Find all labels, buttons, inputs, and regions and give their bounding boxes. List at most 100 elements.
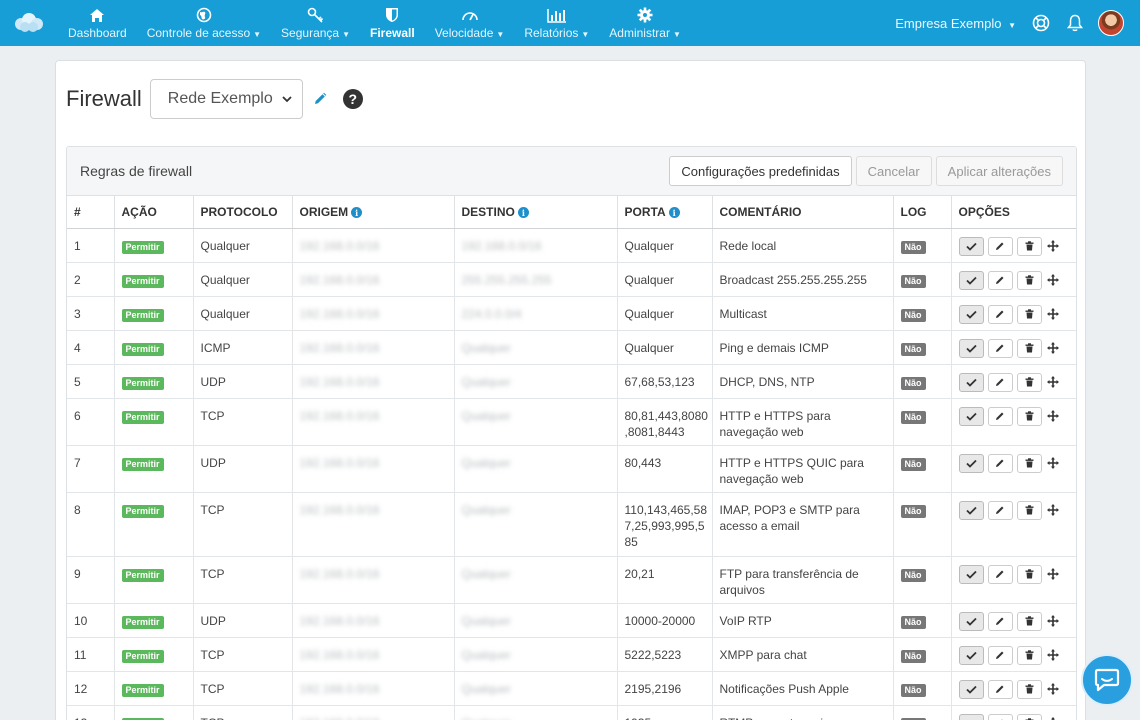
drag-move-icon[interactable] [1046, 567, 1060, 581]
rule-origin-value: 192.168.0.0/16 [299, 455, 380, 470]
table-row: 1 Permitir Qualquer 192.168.0.0/16 192.168.0… [67, 228, 1076, 263]
pencil-icon [996, 459, 1004, 467]
support-lifebuoy-icon[interactable] [1030, 12, 1052, 34]
nav-velocidade-label: Velocidade [434, 26, 494, 40]
delete-rule-button[interactable] [1016, 713, 1042, 720]
edit-rule-button[interactable] [987, 236, 1013, 256]
edit-rule-button[interactable] [987, 564, 1013, 584]
enable-check-button[interactable] [958, 645, 984, 665]
enable-check-button[interactable] [958, 372, 984, 392]
drag-move-icon[interactable] [1046, 375, 1060, 389]
edit-rule-button[interactable] [987, 338, 1013, 358]
rule-action: Permitir [114, 398, 194, 446]
nav-controle-acesso[interactable]: Controle de acesso ▼ [137, 0, 271, 46]
nav-velocidade[interactable]: Velocidade ▼ [425, 0, 515, 46]
drag-move-icon[interactable] [1046, 503, 1060, 517]
rule-origin: 192.168.0.0/16 [292, 671, 455, 706]
delete-rule-button[interactable] [1016, 611, 1042, 631]
enable-check-button[interactable] [958, 236, 984, 256]
company-selector[interactable]: Empresa Exemplo ▼ [895, 16, 1016, 31]
table-row: 6 Permitir TCP 192.168.0.0/16 Qualquer 80,81,… [67, 398, 1076, 446]
rule-options-group [958, 406, 1072, 426]
nav-dashboard[interactable]: Dashboard [58, 0, 137, 46]
cancel-button[interactable]: Cancelar [855, 156, 932, 186]
info-icon[interactable]: i [351, 207, 363, 219]
network-select[interactable]: Rede Exemplo [149, 79, 303, 119]
check-icon [965, 651, 977, 660]
edit-rule-button[interactable] [987, 406, 1013, 426]
nav-relatorios[interactable]: Relatórios ▼ [514, 0, 599, 46]
drag-move-icon[interactable] [1046, 273, 1060, 287]
enable-check-button[interactable] [958, 338, 984, 358]
rule-protocol: UDP [193, 364, 293, 399]
info-icon[interactable]: i [668, 207, 680, 219]
delete-rule-button[interactable] [1016, 564, 1042, 584]
delete-rule-button[interactable] [1016, 304, 1042, 324]
enable-check-button[interactable] [958, 564, 984, 584]
rule-log: Não [893, 398, 952, 446]
cloud-logo-icon[interactable] [0, 0, 58, 46]
delete-rule-button[interactable] [1016, 453, 1042, 473]
bell-icon[interactable] [1064, 12, 1086, 34]
delete-rule-button[interactable] [1016, 679, 1042, 699]
drag-move-icon[interactable] [1046, 239, 1060, 253]
drag-move-icon[interactable] [1046, 716, 1060, 720]
rule-options-group [958, 679, 1072, 699]
drag-move-icon[interactable] [1046, 341, 1060, 355]
chat-support-button[interactable] [1081, 654, 1133, 706]
trash-icon [1025, 505, 1033, 515]
delete-rule-button[interactable] [1016, 645, 1042, 665]
rule-dest-value: Qualquer [461, 408, 511, 423]
delete-rule-button[interactable] [1016, 236, 1042, 256]
enable-check-button[interactable] [958, 713, 984, 720]
edit-rule-button[interactable] [987, 500, 1013, 520]
edit-rule-button[interactable] [987, 645, 1013, 665]
drag-move-icon[interactable] [1046, 456, 1060, 470]
drag-move-icon[interactable] [1046, 409, 1060, 423]
enable-check-button[interactable] [958, 270, 984, 290]
rule-origin: 192.168.0.0/16 [292, 492, 455, 557]
edit-rule-button[interactable] [987, 611, 1013, 631]
rule-log: Não [893, 228, 952, 263]
apply-changes-button[interactable]: Aplicar alterações [935, 156, 1063, 186]
presets-button[interactable]: Configurações predefinidas [669, 156, 852, 186]
edit-rule-button[interactable] [987, 304, 1013, 324]
rule-protocol: Qualquer [193, 262, 293, 297]
delete-rule-button[interactable] [1016, 372, 1042, 392]
info-icon[interactable]: i [517, 207, 529, 219]
drag-move-icon[interactable] [1046, 682, 1060, 696]
trash-icon [1025, 241, 1033, 251]
edit-network-pencil-icon[interactable] [313, 91, 329, 107]
nav-administrar[interactable]: Administrar ▼ [599, 0, 691, 46]
rule-protocol: Qualquer [193, 228, 293, 263]
help-question-icon[interactable]: ? [342, 89, 363, 109]
edit-rule-button[interactable] [987, 713, 1013, 720]
nav-seguranca[interactable]: Segurança ▼ [271, 0, 360, 46]
log-badge: Não [900, 457, 926, 471]
enable-check-button[interactable] [958, 406, 984, 426]
user-avatar[interactable] [1098, 10, 1124, 36]
edit-rule-button[interactable] [987, 270, 1013, 290]
delete-rule-button[interactable] [1016, 500, 1042, 520]
drag-move-icon[interactable] [1046, 648, 1060, 662]
edit-rule-button[interactable] [987, 679, 1013, 699]
rule-port: 80,81,443,8080 ,8081,8443 [617, 398, 713, 446]
enable-check-button[interactable] [958, 611, 984, 631]
enable-check-button[interactable] [958, 500, 984, 520]
rule-log: Não [893, 262, 952, 297]
edit-rule-button[interactable] [987, 372, 1013, 392]
nav-firewall[interactable]: Firewall [360, 0, 425, 46]
rule-log: Não [893, 296, 952, 331]
delete-rule-button[interactable] [1016, 406, 1042, 426]
enable-check-button[interactable] [958, 679, 984, 699]
edit-rule-button[interactable] [987, 453, 1013, 473]
delete-rule-button[interactable] [1016, 338, 1042, 358]
log-badge: Não [900, 308, 926, 322]
rule-port: 1935 [617, 705, 713, 720]
rule-options [951, 556, 1076, 604]
drag-move-icon[interactable] [1046, 614, 1060, 628]
delete-rule-button[interactable] [1016, 270, 1042, 290]
enable-check-button[interactable] [958, 304, 984, 324]
drag-move-icon[interactable] [1046, 307, 1060, 321]
enable-check-button[interactable] [958, 453, 984, 473]
